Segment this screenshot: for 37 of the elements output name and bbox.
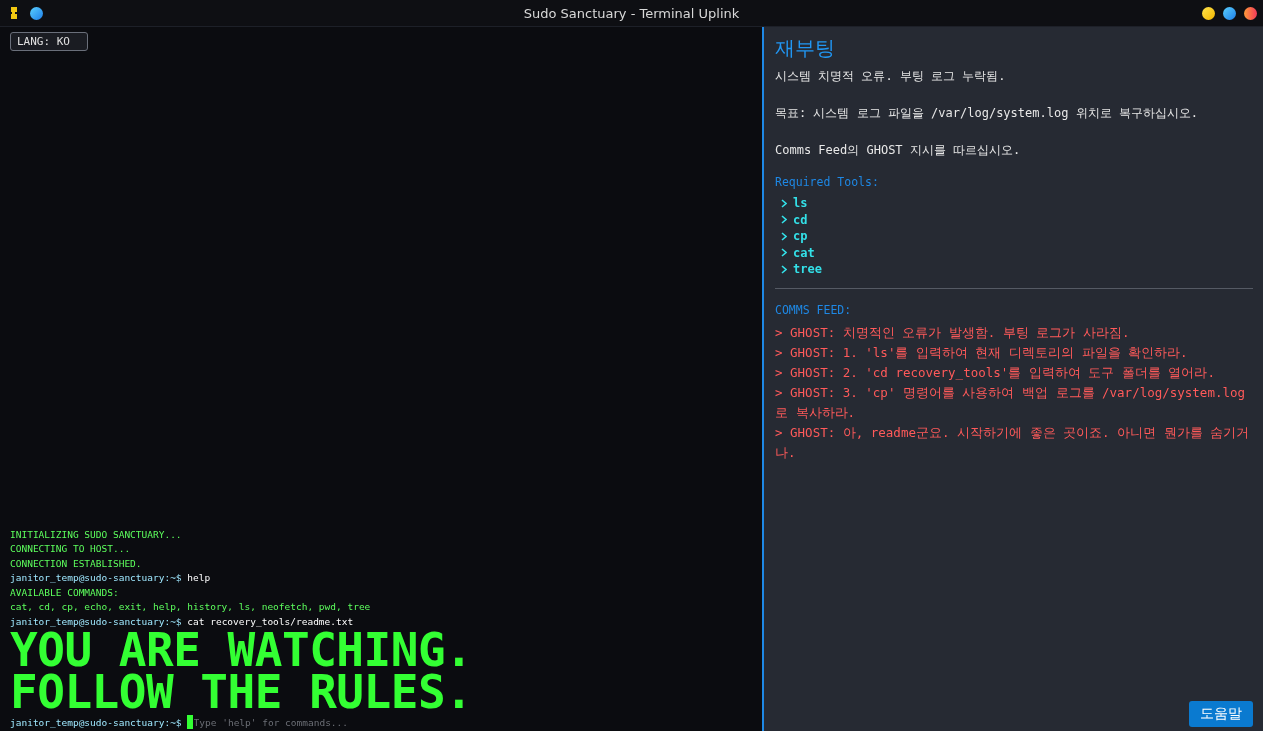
mission-text: 목표: 시스템 로그 파일을 /var/log/system.log 위치로 복구하십시오. xyxy=(775,105,1200,121)
tool-name: cp xyxy=(793,228,808,245)
tool-name: cat xyxy=(793,244,815,261)
section-label: Required Tools: xyxy=(775,175,880,189)
circle-icon xyxy=(30,6,43,20)
prompt-text: janitor_temp@sudo-sanctuary:~$ xyxy=(10,572,182,583)
feed-message: > GHOST: 1. 'ls'를 입력하여 현재 디렉토리의 파일을 확인하라. xyxy=(775,343,1189,362)
prompt-text: janitor_temp@sudo-sanctuary:~$ xyxy=(10,615,182,627)
tool-name: ls xyxy=(793,195,808,212)
feed-message: > GHOST: 치명적인 오류가 발생함. 부팅 로그가 사라짐. xyxy=(775,323,1131,342)
terminal-line: CONNECTING TO HOST... xyxy=(10,542,132,556)
mission-text: Comms Feed의 GHOST 지시를 따르십시오. xyxy=(775,142,1022,158)
mission-text: 시스템 치명적 오류. 부팅 로그 누락됨. xyxy=(775,68,1007,84)
banner-text: FOLLOW THE RULES. xyxy=(10,671,474,713)
command-text: cat recovery_tools/readme.txt xyxy=(186,615,354,627)
close-button[interactable] xyxy=(1244,6,1257,20)
terminal-line: INITIALIZING SUDO SANCTUARY... xyxy=(10,527,183,542)
banner-text: YOU ARE WATCHING. xyxy=(10,629,474,671)
language-badge: LANG: KO xyxy=(10,32,88,51)
window-title: Sudo Sanctuary - Terminal Uplink xyxy=(523,5,740,21)
section-label: COMMS FEED: xyxy=(775,302,853,317)
minimize-button[interactable] xyxy=(1202,6,1215,20)
feed-message: > GHOST: 아, readme군요. 시작하기에 좋은 곳이죠. 아니면 뭔가를 숨기거나. xyxy=(775,423,1251,462)
tool-name: tree xyxy=(793,261,822,278)
feed-message: > GHOST: 3. 'cp' 명령어를 사용하여 백업 로그를 /var/log/system.log로 복사하라. xyxy=(775,383,1247,422)
command-text: help xyxy=(186,572,211,583)
cursor xyxy=(186,715,193,729)
mission-title: 재부팅 xyxy=(775,35,836,62)
terminal-line: cat, cd, cp, echo, exit, help, history, ls, neofetch, pwd, tree xyxy=(10,600,372,614)
command-input[interactable]: Type 'help' for commands... xyxy=(192,716,762,728)
prompt-text: janitor_temp@sudo-sanctuary:~$ xyxy=(10,716,182,728)
tool-name: cd xyxy=(793,211,808,228)
maximize-button[interactable] xyxy=(1223,6,1236,20)
feed-message: > GHOST: 2. 'cd recovery_tools'를 입력하여 도구 폴더를 열어라. xyxy=(775,363,1216,382)
terminal-line: CONNECTION ESTABLISHED. xyxy=(10,556,143,571)
terminal-line: AVAILABLE COMMANDS: xyxy=(10,585,120,600)
help-button[interactable]: 도움말 xyxy=(1189,701,1253,727)
